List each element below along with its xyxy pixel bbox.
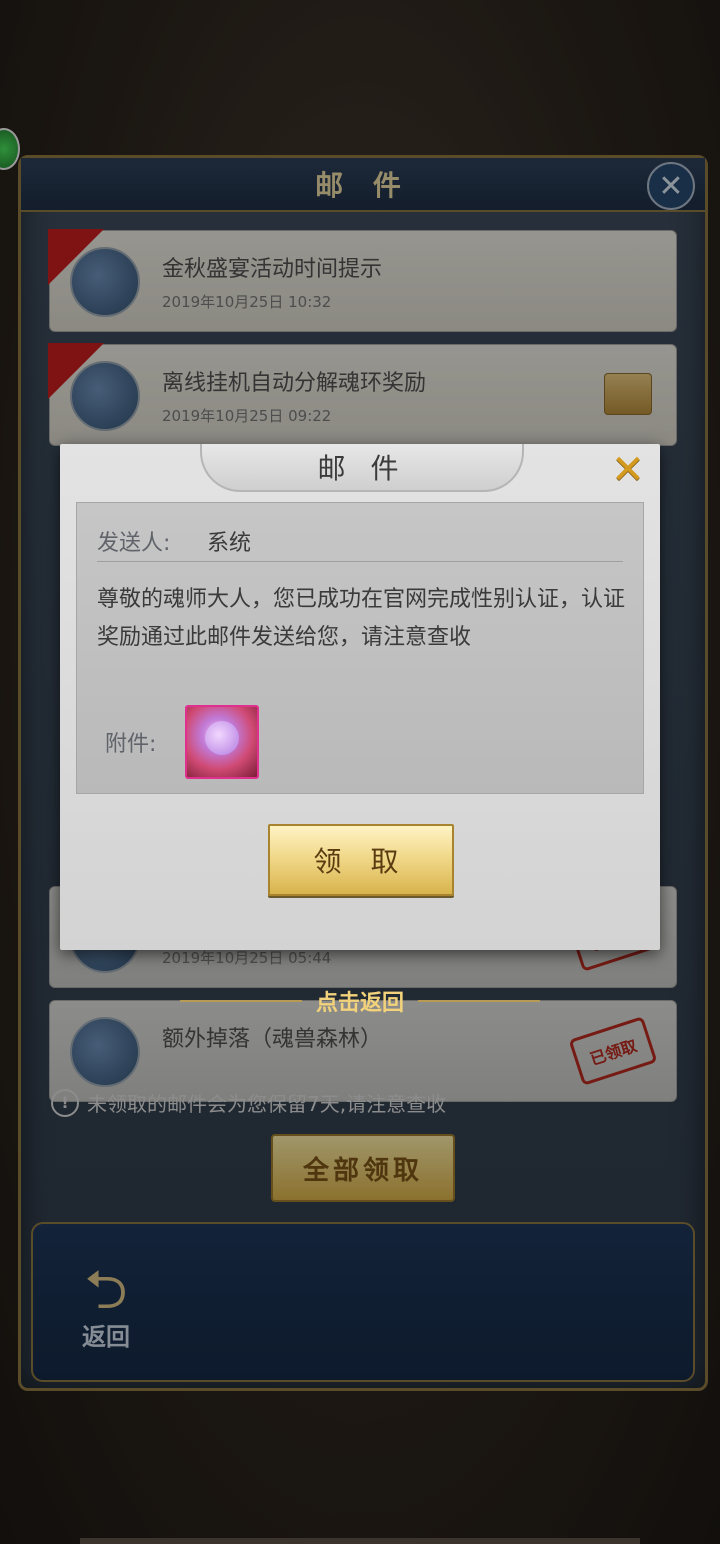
decor-line [180,1000,302,1002]
tap-to-return-text: 点击返回 [316,991,405,1016]
attachment-row: 附件: [105,705,259,779]
pet-icon [205,721,239,755]
nav-strip [80,1538,640,1544]
mail-message: 尊敬的魂师大人，您已成功在官网完成性别认证，认证奖励通过此邮件发送给您，请注意查… [97,587,626,650]
mail-detail-dialog: 邮 件 ✕ 发送人: 系统 尊敬的魂师大人，您已成功在官网完成性别认证，认证奖励… [60,444,660,950]
attachment-label: 附件: [105,732,157,757]
dialog-header: 邮 件 [200,444,524,492]
claim-button[interactable]: 领 取 [268,824,454,896]
mail-content: 发送人: 系统 尊敬的魂师大人，您已成功在官网完成性别认证，认证奖励通过此邮件发… [76,502,644,794]
attachment-item-icon[interactable] [185,705,259,779]
dialog-title: 邮 件 [317,452,407,485]
tap-to-return[interactable]: 点击返回 [180,984,541,1018]
decor-line [418,1000,541,1002]
sender-label: 发送人: [97,531,171,556]
sender-row: 发送人: 系统 [97,521,623,562]
sender-name: 系统 [207,531,252,556]
close-icon[interactable]: ✕ [608,450,648,490]
